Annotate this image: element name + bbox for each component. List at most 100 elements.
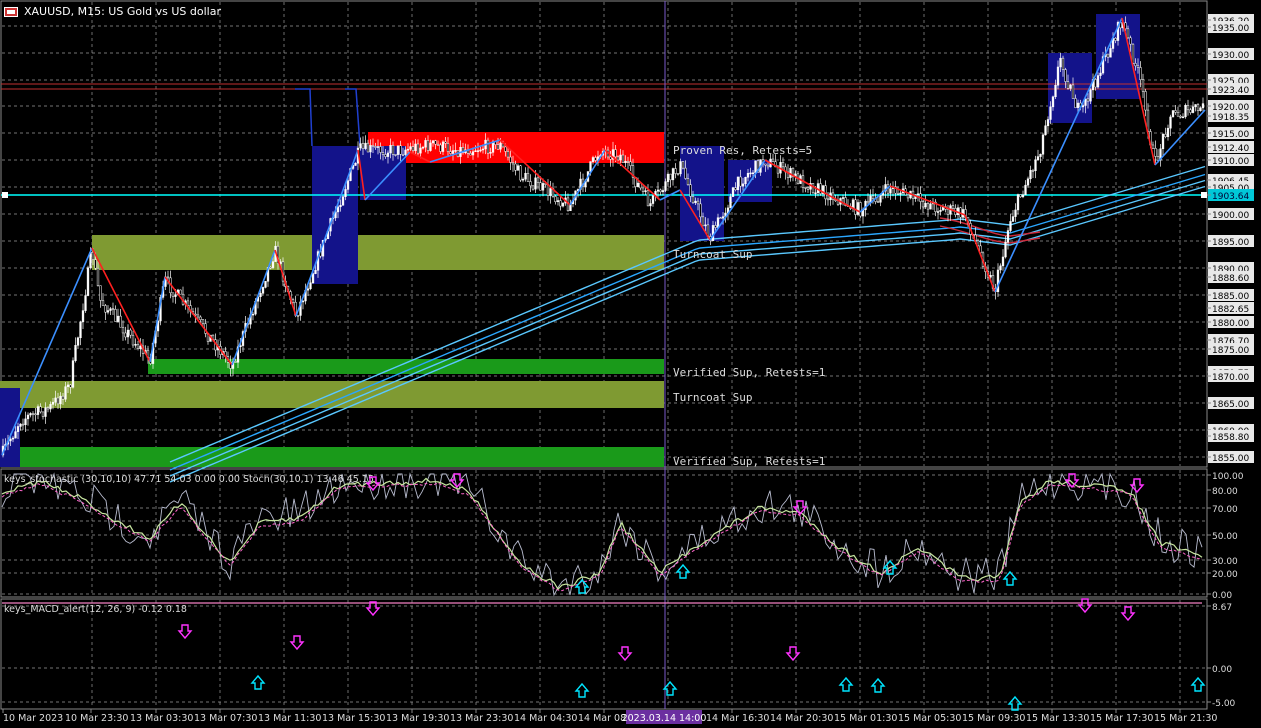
price-label: 1903.64 (1212, 192, 1249, 202)
candle-body (361, 143, 365, 149)
candle-body (879, 195, 882, 203)
candle-body (446, 143, 450, 152)
candle-body (1041, 134, 1045, 155)
verified-support-zone-2 (20, 447, 664, 467)
candle-body (79, 321, 82, 339)
candle-body (69, 384, 72, 388)
candle-body (374, 146, 377, 148)
candle-body (561, 202, 565, 207)
symbol-title: XAUUSD, M15: US Gold vs US dollar (24, 5, 221, 18)
candle-body (106, 310, 110, 313)
candle-body (1059, 57, 1062, 68)
price-label: 1930.00 (1212, 51, 1249, 61)
price-line-handle[interactable] (1201, 192, 1207, 198)
candle-body (524, 173, 527, 180)
candle-body (386, 152, 390, 157)
candle-body (444, 141, 447, 144)
candle-body (1044, 125, 1047, 136)
candle-body (1036, 156, 1040, 161)
price-label: 1910.00 (1212, 157, 1249, 167)
candle-body (496, 144, 500, 150)
candle-body (681, 161, 685, 169)
candle-body (1184, 105, 1187, 118)
candle-body (129, 329, 132, 336)
candle-body (999, 265, 1002, 271)
candle-body (939, 210, 942, 212)
candle-body (94, 259, 97, 269)
candle-body (1096, 75, 1100, 88)
candle-body (1171, 110, 1175, 118)
time-label: 13 Mar 23:30 (450, 713, 513, 724)
candle-body (669, 173, 672, 181)
candle-body (1141, 79, 1145, 92)
candle-body (86, 267, 90, 296)
candle-body (416, 143, 420, 154)
candle-body (1126, 28, 1130, 39)
chart-canvas[interactable]: Proven Res, Retests=5 Turncoat Sup Verif… (0, 0, 1261, 728)
time-label: 10 Mar 23:30 (65, 713, 128, 724)
candle-body (264, 281, 267, 288)
candle-body (481, 148, 485, 151)
candle-body (1081, 105, 1085, 108)
candle-body (854, 199, 857, 215)
candle-body (124, 332, 127, 338)
candle-body (764, 163, 767, 166)
candle-body (454, 150, 457, 152)
candle-body (614, 149, 617, 158)
time-label: 14 Mar 20:30 (770, 713, 833, 724)
candle-body (531, 185, 535, 190)
candle-body (1154, 148, 1157, 157)
candle-body (1139, 67, 1142, 80)
price-line-handle[interactable] (2, 192, 8, 198)
candle-body (436, 143, 440, 146)
zone-label-verified-2: Verified Sup, Retests=1 (673, 455, 825, 468)
candle-body (54, 397, 57, 403)
candle-body (14, 431, 17, 439)
price-label: 1900.00 (1212, 211, 1249, 221)
candle-body (166, 276, 170, 279)
candle-body (171, 292, 175, 297)
candle-body (936, 211, 940, 213)
macd-level-label: 8.67 (1212, 603, 1232, 613)
candle-body (536, 177, 540, 183)
time-label: 15 Mar 21:30 (1154, 713, 1217, 724)
candle-body (656, 189, 660, 192)
chart-window-icon[interactable] (4, 6, 18, 17)
candle-body (646, 190, 650, 207)
time-label: 15 Mar 13:30 (1026, 713, 1089, 724)
candle-body (44, 407, 47, 417)
candle-body (811, 183, 815, 194)
candle-body (1039, 153, 1042, 157)
candle-body (906, 194, 910, 199)
time-label: 13 Mar 19:30 (386, 713, 449, 724)
candle-body (511, 162, 515, 165)
macd-level-label: -5.00 (1212, 699, 1236, 709)
candle-body (741, 183, 745, 187)
candle-body (411, 146, 415, 151)
candle-body (21, 423, 25, 426)
candle-body (1034, 159, 1037, 171)
candle-body (734, 187, 737, 191)
stoch-level-label: 80.00 (1212, 487, 1238, 497)
candle-body (826, 198, 830, 201)
candle-body (1021, 194, 1025, 198)
candle-body (91, 251, 95, 260)
candle-body (396, 145, 400, 155)
candle-body (261, 287, 265, 294)
candle-body (404, 149, 407, 155)
candle-body (419, 147, 422, 154)
price-label: 1885.00 (1212, 292, 1249, 302)
candle-body (664, 181, 667, 191)
candle-body (721, 216, 725, 219)
candle-body (771, 158, 775, 162)
zone-label-verified-1: Verified Sup, Retests=1 (673, 366, 825, 379)
candle-body (341, 196, 345, 206)
candle-body (111, 308, 115, 310)
time-label: 14 Mar 04:30 (514, 713, 577, 724)
candle-body (704, 224, 707, 227)
candle-body (666, 173, 670, 182)
candle-body (529, 181, 532, 187)
candle-body (399, 145, 402, 155)
candle-body (929, 203, 932, 210)
candle-body (1046, 119, 1050, 127)
